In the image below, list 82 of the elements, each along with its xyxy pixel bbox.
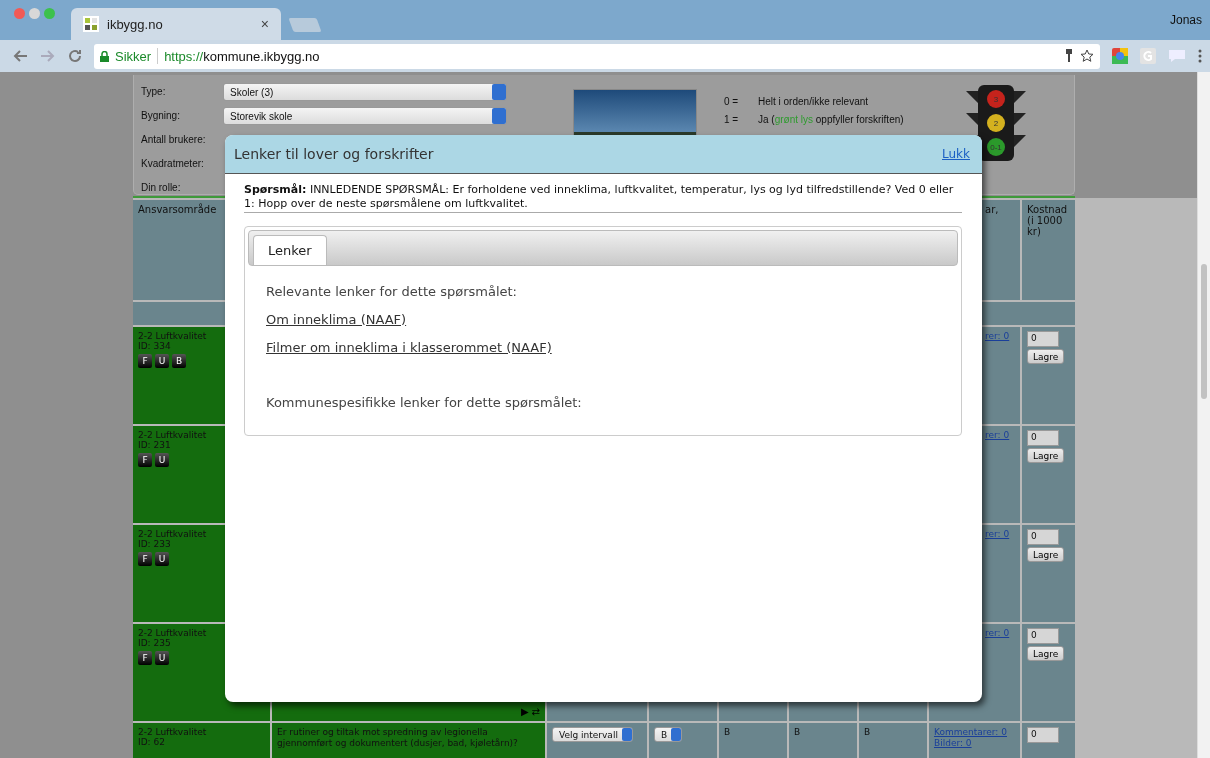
section-heading: Relevante lenker for dette spørsmålet: bbox=[266, 284, 518, 299]
legend-code: 0 = bbox=[724, 96, 740, 107]
area-text: 2-2 Luftkvalitet bbox=[138, 628, 208, 638]
cost-input[interactable]: 0 bbox=[1027, 727, 1059, 743]
link[interactable]: Filmer om inneklima i klasserommet (NAAF) bbox=[266, 340, 552, 355]
badge-button[interactable]: U bbox=[155, 354, 169, 368]
grade-text: B bbox=[794, 727, 801, 737]
back-icon[interactable] bbox=[12, 49, 28, 63]
save-button[interactable]: Lagre bbox=[1027, 547, 1065, 562]
id-text: ID: 233 bbox=[138, 539, 172, 549]
url-text: https://kommune.ikbygg.no bbox=[164, 48, 321, 64]
field-label: Bygning: bbox=[141, 109, 181, 123]
tab[interactable]: Lenker bbox=[253, 235, 327, 265]
address-bar[interactable]: Sikker https://kommune.ikbygg.no bbox=[94, 43, 1100, 69]
column-header: Ansvarsområde bbox=[138, 204, 217, 215]
save-button[interactable]: Lagre bbox=[1027, 646, 1065, 661]
site-favicon-icon bbox=[83, 16, 99, 32]
building-select[interactable]: Storevik skole bbox=[223, 107, 507, 125]
id-text: ID: 62 bbox=[138, 737, 166, 747]
grade-text: B bbox=[724, 727, 731, 737]
badge-button[interactable]: F bbox=[138, 354, 152, 368]
menu-icon[interactable] bbox=[1198, 49, 1202, 63]
cost-input[interactable]: 0 bbox=[1027, 430, 1059, 446]
close-link[interactable]: Lukk bbox=[942, 147, 970, 161]
badge-button[interactable]: U bbox=[155, 552, 169, 566]
field-label: Type: bbox=[141, 85, 167, 99]
forward-icon[interactable] bbox=[40, 49, 56, 63]
field-label: Antall brukere: bbox=[141, 133, 207, 147]
close-tab-icon[interactable]: × bbox=[260, 16, 269, 32]
browser-tab[interactable]: ikbygg.no × bbox=[71, 8, 281, 40]
extension-icon[interactable] bbox=[1140, 48, 1156, 64]
key-icon[interactable] bbox=[1064, 49, 1074, 63]
column-header: ar, bbox=[985, 204, 999, 215]
id-text: ID: 231 bbox=[138, 440, 172, 450]
section-heading: Kommunespesifikke lenker for dette spørsmålet: bbox=[266, 395, 583, 410]
tab-title: ikbygg.no bbox=[107, 16, 164, 32]
lock-icon bbox=[100, 50, 109, 62]
star-icon[interactable] bbox=[1080, 49, 1094, 63]
id-text: ID: 235 bbox=[138, 638, 172, 648]
grade-select[interactable]: B bbox=[654, 727, 683, 742]
scrollbar[interactable] bbox=[1197, 72, 1210, 758]
profile-name[interactable]: Jonas bbox=[1169, 13, 1202, 27]
badge-button[interactable]: F bbox=[138, 552, 152, 566]
grade-text: B bbox=[864, 727, 871, 737]
security-label: Sikker bbox=[115, 48, 152, 64]
save-button[interactable]: Lagre bbox=[1027, 448, 1065, 463]
area-text: 2-2 Luftkvalitet bbox=[138, 430, 208, 440]
chat-extension-icon[interactable] bbox=[1168, 49, 1186, 63]
column-header: Kostnad (i 1000 kr) bbox=[1027, 204, 1068, 237]
legend-text: Helt i orden/ikke relevant bbox=[758, 96, 869, 107]
area-text: 2-2 Luftkvalitet bbox=[138, 529, 208, 539]
save-button[interactable]: Lagre bbox=[1027, 349, 1065, 364]
question-text: Spørsmål: INNLEDENDE SPØRSMÅL: Er forholdene ved inneklima, luftkvalitet, temperatur, lys og lyd tilfredstillende? Ved 0 eller 1: Hopp over de neste spørsmålene om luftkvalitet. bbox=[244, 183, 962, 213]
badge-button[interactable]: U bbox=[155, 651, 169, 665]
legend-text: Ja (grønt lys oppfyller forskriften) bbox=[758, 114, 904, 125]
type-select[interactable]: Skoler (3) bbox=[223, 83, 507, 101]
chevron-icon bbox=[492, 108, 506, 124]
legend-code: 1 = bbox=[724, 114, 740, 125]
chevron-icon bbox=[492, 84, 506, 100]
new-tab-button[interactable] bbox=[288, 18, 322, 32]
maximize-window-icon[interactable] bbox=[44, 7, 55, 19]
question-text: Er rutiner og tiltak mot spredning av legionella gjennomført og dokumentert (dusjer, bad, kjøletårn)? bbox=[277, 727, 519, 749]
link[interactable]: Om inneklima (NAAF) bbox=[266, 312, 407, 327]
badge-button[interactable]: F bbox=[138, 651, 152, 665]
id-text: ID: 334 bbox=[138, 341, 172, 351]
dialog-title: Lenker til lover og forskrifter bbox=[234, 146, 434, 162]
minimize-window-icon[interactable] bbox=[29, 7, 40, 19]
reload-icon[interactable] bbox=[68, 49, 82, 63]
extension-icon[interactable] bbox=[1112, 48, 1128, 64]
area-text: 2-2 Luftkvalitet bbox=[138, 727, 208, 737]
cost-input[interactable]: 0 bbox=[1027, 628, 1059, 644]
scrollbar-thumb[interactable] bbox=[1201, 264, 1207, 399]
close-window-icon[interactable] bbox=[14, 7, 25, 19]
badge-button[interactable]: U bbox=[155, 453, 169, 467]
cost-input[interactable]: 0 bbox=[1027, 331, 1059, 347]
interval-select[interactable]: Velg intervall bbox=[552, 727, 633, 742]
badge-button[interactable]: F bbox=[138, 453, 152, 467]
badge-button[interactable]: B bbox=[172, 354, 186, 368]
area-text: 2-2 Luftkvalitet bbox=[138, 331, 208, 341]
field-label: Din rolle: bbox=[141, 181, 182, 195]
field-label: Kvadratmeter: bbox=[141, 157, 205, 171]
cost-input[interactable]: 0 bbox=[1027, 529, 1059, 545]
